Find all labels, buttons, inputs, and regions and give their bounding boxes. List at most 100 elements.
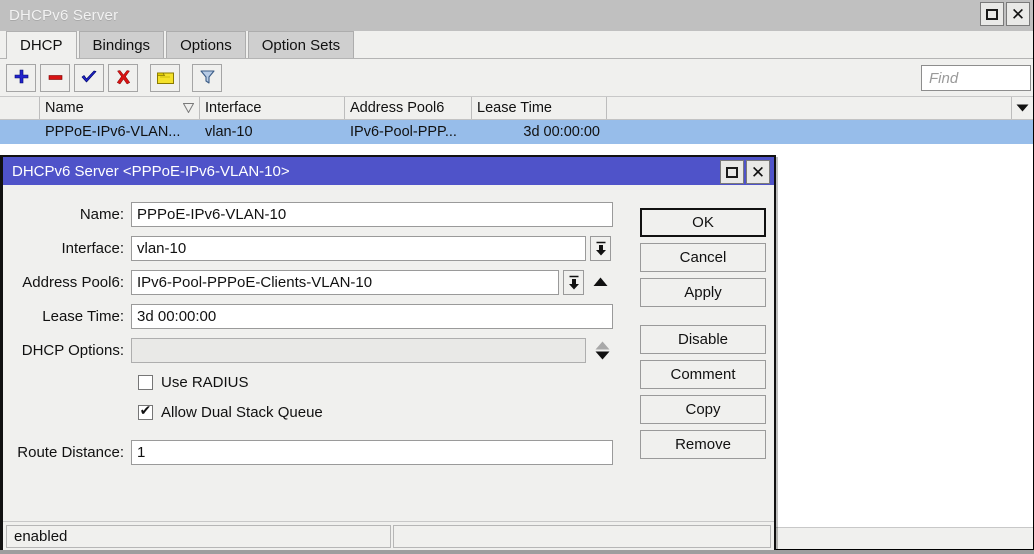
row-lease-time: 3d 00:00:00 bbox=[472, 120, 607, 144]
dialog-close-button[interactable]: ✕ bbox=[746, 160, 770, 184]
name-input[interactable]: PPPoE-IPv6-VLAN-10 bbox=[131, 202, 613, 227]
toolbar: Find bbox=[0, 59, 1033, 97]
dialog-restore-button[interactable] bbox=[720, 160, 744, 184]
funnel-icon bbox=[199, 69, 216, 86]
allow-dual-stack-queue-row: ✔ Allow Dual Stack Queue bbox=[3, 397, 628, 427]
row-filler bbox=[607, 120, 1033, 144]
dialog-button-column: OK Cancel Apply Disable Comment Copy Rem… bbox=[640, 208, 766, 465]
name-label: Name: bbox=[3, 206, 131, 223]
tab-option-sets[interactable]: Option Sets bbox=[248, 31, 354, 58]
cross-icon bbox=[115, 69, 132, 86]
row-name: PPPoE-IPv6-VLAN... bbox=[40, 120, 200, 144]
lease-time-input[interactable]: 3d 00:00:00 bbox=[131, 304, 613, 329]
apply-button[interactable]: Apply bbox=[640, 278, 766, 307]
tab-dhcp[interactable]: DHCP bbox=[6, 31, 77, 59]
plus-icon bbox=[13, 69, 30, 86]
tab-options[interactable]: Options bbox=[166, 31, 246, 58]
close-icon: ✕ bbox=[751, 164, 765, 181]
column-header-name[interactable]: Name bbox=[40, 97, 200, 119]
row-interface: vlan-10 bbox=[200, 120, 345, 144]
note-icon bbox=[156, 70, 175, 86]
check-icon bbox=[80, 69, 98, 86]
allow-dual-stack-queue-label: Allow Dual Stack Queue bbox=[161, 404, 323, 421]
main-restore-button[interactable] bbox=[980, 2, 1004, 26]
table-header: Name Interface Address Pool6 Lease Time bbox=[0, 97, 1033, 120]
lease-time-label: Lease Time: bbox=[3, 308, 131, 325]
interface-input[interactable]: vlan-10 bbox=[131, 236, 586, 261]
dhcp-options-input[interactable] bbox=[131, 338, 586, 363]
close-icon: ✕ bbox=[1011, 6, 1025, 23]
address-pool6-expand-button[interactable] bbox=[592, 270, 608, 295]
tab-option-sets-label: Option Sets bbox=[262, 37, 340, 54]
cancel-button[interactable]: Cancel bbox=[640, 243, 766, 272]
add-button[interactable] bbox=[6, 64, 36, 92]
dialog-status-bar: enabled bbox=[3, 522, 774, 552]
column-header-address-pool6[interactable]: Address Pool6 bbox=[345, 97, 472, 119]
dropdown-arrow-icon bbox=[567, 274, 581, 291]
chevron-down-icon bbox=[1016, 104, 1029, 112]
allow-dual-stack-queue-checkbox[interactable]: ✔ bbox=[138, 405, 153, 420]
column-header-lease-time[interactable]: Lease Time bbox=[472, 97, 607, 119]
column-header-interface-label: Interface bbox=[205, 100, 261, 116]
minus-icon bbox=[47, 69, 64, 86]
column-header-name-label: Name bbox=[45, 100, 84, 116]
screen: DHCPv6 Server ✕ DHCP Bindings Options bbox=[0, 0, 1034, 554]
address-pool6-label: Address Pool6: bbox=[3, 274, 131, 291]
disable-button[interactable] bbox=[108, 64, 138, 92]
route-distance-label: Route Distance: bbox=[3, 444, 131, 461]
main-window-title: DHCPv6 Server bbox=[9, 7, 118, 24]
field-row-dhcp-options: DHCP Options: bbox=[3, 333, 628, 367]
column-header-filler bbox=[607, 97, 1033, 119]
check-icon: ✔ bbox=[140, 404, 152, 418]
tab-options-label: Options bbox=[180, 37, 232, 54]
desktop-background bbox=[0, 550, 1034, 554]
main-titlebar: DHCPv6 Server ✕ bbox=[0, 0, 1033, 31]
dhcp-options-label: DHCP Options: bbox=[3, 342, 131, 359]
column-chooser-button[interactable] bbox=[1011, 97, 1033, 119]
use-radius-checkbox[interactable] bbox=[138, 375, 153, 390]
main-window-controls: ✕ bbox=[980, 2, 1030, 26]
field-row-route-distance: Route Distance: 1 bbox=[3, 435, 628, 469]
restore-icon bbox=[986, 9, 998, 20]
disable-button[interactable]: Disable bbox=[640, 325, 766, 354]
address-pool6-dropdown-button[interactable] bbox=[563, 270, 584, 295]
dropdown-arrow-icon bbox=[594, 240, 608, 257]
field-row-address-pool6: Address Pool6: IPv6-Pool-PPPoE-Clients-V… bbox=[3, 265, 628, 299]
interface-dropdown-button[interactable] bbox=[590, 236, 611, 261]
use-radius-label: Use RADIUS bbox=[161, 374, 249, 391]
dialog-title: DHCPv6 Server <PPPoE-IPv6-VLAN-10> bbox=[12, 163, 290, 180]
dialog-body: Name: PPPoE-IPv6-VLAN-10 Interface: vlan… bbox=[3, 185, 774, 522]
dialog-window-controls: ✕ bbox=[720, 160, 770, 184]
column-header-address-pool6-label: Address Pool6 bbox=[350, 100, 444, 116]
tab-bindings[interactable]: Bindings bbox=[79, 31, 165, 58]
field-row-name: Name: PPPoE-IPv6-VLAN-10 bbox=[3, 197, 628, 231]
dhcp-options-spinner[interactable] bbox=[594, 337, 610, 363]
status-secondary bbox=[393, 525, 771, 548]
tab-dhcp-label: DHCP bbox=[20, 37, 63, 54]
remove-button[interactable] bbox=[40, 64, 70, 92]
dialog-form: Name: PPPoE-IPv6-VLAN-10 Interface: vlan… bbox=[3, 197, 628, 469]
restore-icon bbox=[726, 167, 738, 178]
dialog-titlebar: DHCPv6 Server <PPPoE-IPv6-VLAN-10> ✕ bbox=[3, 157, 774, 185]
field-row-interface: Interface: vlan-10 bbox=[3, 231, 628, 265]
comment-button[interactable] bbox=[150, 64, 180, 92]
remove-button[interactable]: Remove bbox=[640, 430, 766, 459]
search-input[interactable]: Find bbox=[921, 65, 1031, 91]
table-row[interactable]: PPPoE-IPv6-VLAN... vlan-10 IPv6-Pool-PPP… bbox=[0, 120, 1033, 144]
column-header-lease-time-label: Lease Time bbox=[477, 100, 552, 116]
address-pool6-input[interactable]: IPv6-Pool-PPPoE-Clients-VLAN-10 bbox=[131, 270, 559, 295]
copy-button[interactable]: Copy bbox=[640, 395, 766, 424]
row-address-pool6: IPv6-Pool-PPP... bbox=[345, 120, 472, 144]
dhcpv6-server-edit-dialog: DHCPv6 Server <PPPoE-IPv6-VLAN-10> ✕ Nam… bbox=[0, 155, 776, 554]
column-header-interface[interactable]: Interface bbox=[200, 97, 345, 119]
route-distance-input[interactable]: 1 bbox=[131, 440, 613, 465]
arrow-up-icon bbox=[595, 341, 610, 350]
column-header-flags[interactable] bbox=[0, 97, 40, 119]
enable-button[interactable] bbox=[74, 64, 104, 92]
filter-button[interactable] bbox=[192, 64, 222, 92]
search-placeholder: Find bbox=[929, 70, 958, 87]
row-flags bbox=[0, 120, 40, 144]
main-close-button[interactable]: ✕ bbox=[1006, 2, 1030, 26]
comment-button[interactable]: Comment bbox=[640, 360, 766, 389]
ok-button[interactable]: OK bbox=[640, 208, 766, 237]
